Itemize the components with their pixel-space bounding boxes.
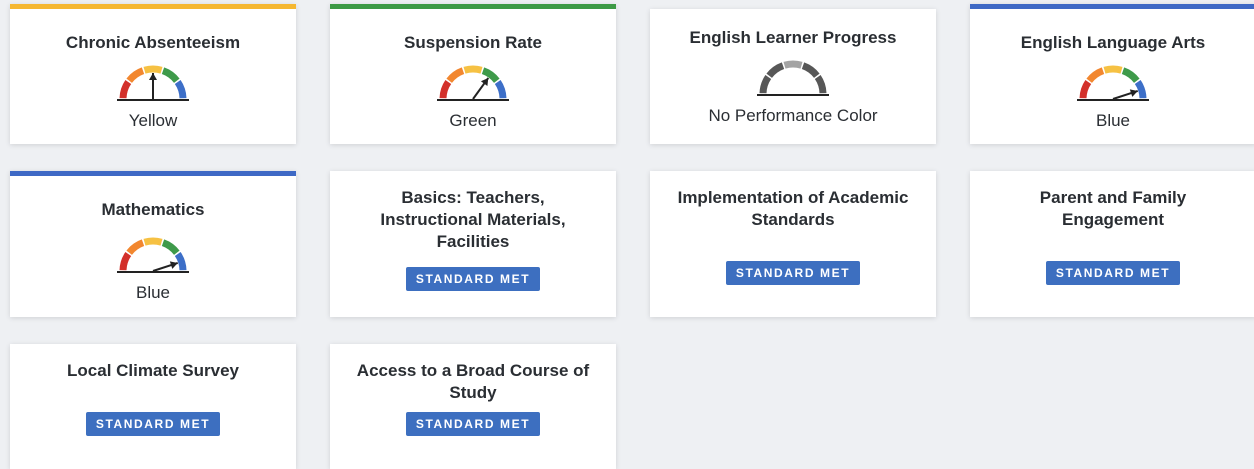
status-badge: STANDARD MET [405,412,541,436]
gauge-segment [1121,67,1140,84]
gauge-blue-icon [117,237,189,273]
gauge-segment [161,239,180,256]
performance-color-label: Blue [135,283,171,302]
card-basics[interactable]: Basics: Teachers, Instructional Material… [330,171,616,317]
status-badge: STANDARD MET [405,267,541,291]
gauge-needle-arrowhead [480,77,489,86]
gauge-segment [759,75,772,94]
gauge-segment [1134,80,1147,99]
gauge-segment [174,80,187,99]
gauge-segment [1086,67,1105,84]
card-parent-and-family-engagement[interactable]: Parent and Family Engagement STANDARD ME… [970,171,1254,317]
performance-color-label: Blue [1095,111,1131,130]
performance-color-label: Yellow [128,111,178,130]
card-title-line: Access to a Broad Course of [356,361,590,380]
gauge-segment [1079,80,1092,99]
card-title-line: Engagement [1061,210,1165,229]
gauge-segment [814,75,827,94]
performance-color-label: Green [449,111,497,130]
gauge-green-icon [437,65,509,101]
card-title: Parent and Family Engagement [970,187,1254,231]
card-title-line: Standards [751,210,835,229]
gauge-segment [801,62,820,79]
card-access-to-broad-course-of-study[interactable]: Access to a Broad Course of Study STANDA… [330,344,616,469]
card-title: Basics: Teachers, Instructional Material… [330,187,616,253]
card-title: Suspension Rate [404,33,542,52]
status-badge: STANDARD MET [1045,261,1181,285]
gauge-segment [119,80,132,99]
card-implementation-of-academic-standards[interactable]: Implementation of Academic Standards STA… [650,171,936,317]
card-title-line: Instructional Materials, [380,210,566,229]
card-title: Chronic Absenteeism [65,33,241,52]
gauge-no-color-icon [757,60,829,96]
card-title-line: Parent and Family [1039,188,1187,207]
gauge-segment [126,239,145,256]
card-title-line: Study [449,383,497,402]
card-title-line: Facilities [436,232,510,251]
gauge-segment [161,67,180,84]
status-badge: STANDARD MET [85,412,221,436]
card-title: English Language Arts [1020,33,1206,52]
card-title: Access to a Broad Course of Study [330,360,616,404]
gauge-segment [481,67,500,84]
gauge-segment [783,60,803,69]
gauge-blue-icon [1077,65,1149,101]
gauge-segment [126,67,145,84]
gauge-segment [174,252,187,271]
card-title-line: Basics: Teachers, [401,188,545,207]
card-title-line: Implementation of Academic [677,188,909,207]
gauge-segment [119,252,132,271]
card-title: Implementation of Academic Standards [650,187,936,231]
gauge-segment [463,65,483,74]
card-english-language-arts[interactable]: English Language Arts Blue [970,4,1254,144]
gauge-segment [143,65,163,74]
gauge-needle-arrowhead [149,73,157,80]
card-local-climate-survey[interactable]: Local Climate Survey STANDARD MET [10,344,296,469]
performance-color-label: No Performance Color [708,106,878,125]
gauge-segment [439,80,452,99]
card-mathematics[interactable]: Mathematics Blue [10,171,296,317]
gauge-segment [446,67,465,84]
card-title: Mathematics [101,200,205,219]
card-chronic-absenteeism[interactable]: Chronic Absenteeism Yellow [10,4,296,144]
status-badge: STANDARD MET [725,261,861,285]
gauge-segment [1103,65,1123,74]
card-suspension-rate[interactable]: Suspension Rate Green [330,4,616,144]
card-english-learner-progress[interactable]: English Learner Progress No Performance … [650,9,936,144]
gauge-yellow-icon [117,65,189,101]
gauge-segment [766,62,785,79]
gauge-segment [494,80,507,99]
card-title: Local Climate Survey [67,361,239,380]
card-title: English Learner Progress [689,28,897,47]
gauge-segment [143,237,163,246]
